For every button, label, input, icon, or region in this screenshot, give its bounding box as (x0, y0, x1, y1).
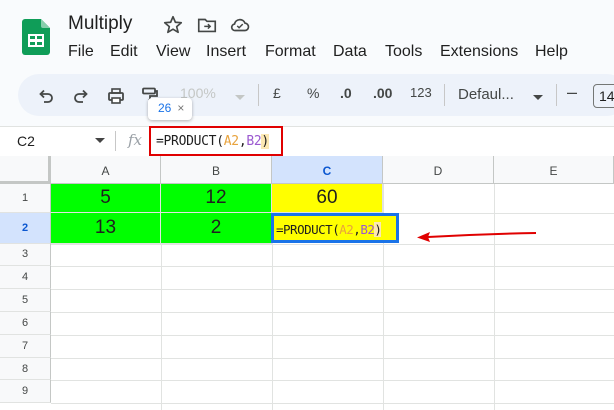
cell-a2[interactable]: 13 (51, 213, 161, 244)
percent-format-button[interactable]: % (307, 85, 319, 101)
cell-formula-ref-b2: B2 (360, 222, 375, 237)
column-header-e[interactable]: E (494, 156, 614, 184)
select-all-corner[interactable] (0, 156, 51, 184)
fx-icon: fx (128, 131, 143, 149)
formula-function: =PRODUCT( (156, 134, 224, 149)
chevron-down-icon[interactable] (528, 88, 548, 108)
decrease-decimal-button[interactable]: .0 (340, 85, 352, 101)
menu-file[interactable]: File (68, 43, 94, 61)
row-header-2[interactable]: 2 (0, 213, 51, 244)
undo-icon[interactable] (36, 86, 56, 106)
sheets-logo-icon[interactable] (22, 19, 50, 55)
column-header-b[interactable]: B (161, 156, 272, 184)
function-hint-chip[interactable]: 26 × (148, 98, 192, 120)
row-header-8[interactable]: 8 (0, 358, 51, 380)
row-header-7[interactable]: 7 (0, 335, 51, 358)
row-header-9[interactable]: 9 (0, 380, 51, 403)
move-folder-icon[interactable] (196, 14, 218, 36)
cell-a1[interactable]: 5 (51, 184, 161, 213)
cell-formula-close-paren: ) (374, 222, 382, 237)
toolbar-divider (258, 84, 259, 106)
formula-close-paren: ) (261, 134, 269, 149)
close-icon[interactable]: × (177, 101, 184, 115)
cell-formula-function: =PRODUCT( (276, 222, 340, 237)
row-header-5[interactable]: 5 (0, 289, 51, 312)
row-header-3[interactable]: 3 (0, 244, 51, 266)
cloud-saved-icon[interactable] (229, 14, 251, 36)
decrease-font-size-button[interactable]: – (567, 82, 577, 103)
column-header-c[interactable]: C (272, 156, 383, 184)
menu-data[interactable]: Data (333, 43, 367, 61)
currency-format-button[interactable]: £ (273, 85, 281, 101)
row-header-1[interactable]: 1 (0, 184, 51, 213)
row-header-6[interactable]: 6 (0, 312, 51, 335)
chip-label: 26 (158, 101, 172, 115)
cell-b2[interactable]: 2 (161, 213, 272, 244)
document-title[interactable]: Multiply (68, 13, 132, 35)
menu-tools[interactable]: Tools (385, 43, 422, 61)
column-header-d[interactable]: D (383, 156, 494, 184)
toolbar-divider (556, 84, 557, 106)
font-family-select[interactable]: Defaul... (458, 86, 514, 103)
cell-c2-formula[interactable]: =PRODUCT(A2,B2) (276, 222, 382, 237)
row-header-4[interactable]: 4 (0, 266, 51, 289)
more-formats-button[interactable]: 123 (410, 85, 432, 100)
formula-bar (0, 126, 614, 156)
name-box[interactable]: C2 (17, 133, 35, 149)
font-size-input[interactable]: 14 (593, 84, 614, 108)
menu-format[interactable]: Format (265, 43, 316, 61)
column-header-a[interactable]: A (51, 156, 161, 184)
menu-extensions[interactable]: Extensions (440, 43, 518, 61)
menu-help[interactable]: Help (535, 43, 568, 61)
formula-bar-divider (115, 131, 116, 151)
increase-decimal-button[interactable]: .00 (373, 85, 392, 101)
cell-c1[interactable]: 60 (272, 184, 383, 213)
redo-icon[interactable] (71, 86, 91, 106)
formula-ref-b2: B2 (246, 134, 262, 149)
cell-b1[interactable]: 12 (161, 184, 272, 213)
menu-insert[interactable]: Insert (206, 43, 246, 61)
formula-input[interactable]: =PRODUCT(A2,B2) (156, 134, 269, 149)
cell-formula-ref-a2: A2 (339, 222, 354, 237)
formula-ref-a2: A2 (223, 134, 239, 149)
menu-view[interactable]: View (156, 43, 190, 61)
star-icon[interactable] (162, 14, 184, 36)
toolbar-divider (444, 84, 445, 106)
chevron-down-icon[interactable] (95, 138, 105, 143)
menu-edit[interactable]: Edit (110, 43, 138, 61)
print-icon[interactable] (106, 86, 126, 106)
chevron-down-icon[interactable] (230, 88, 250, 108)
annotation-arrow-icon (417, 232, 537, 242)
